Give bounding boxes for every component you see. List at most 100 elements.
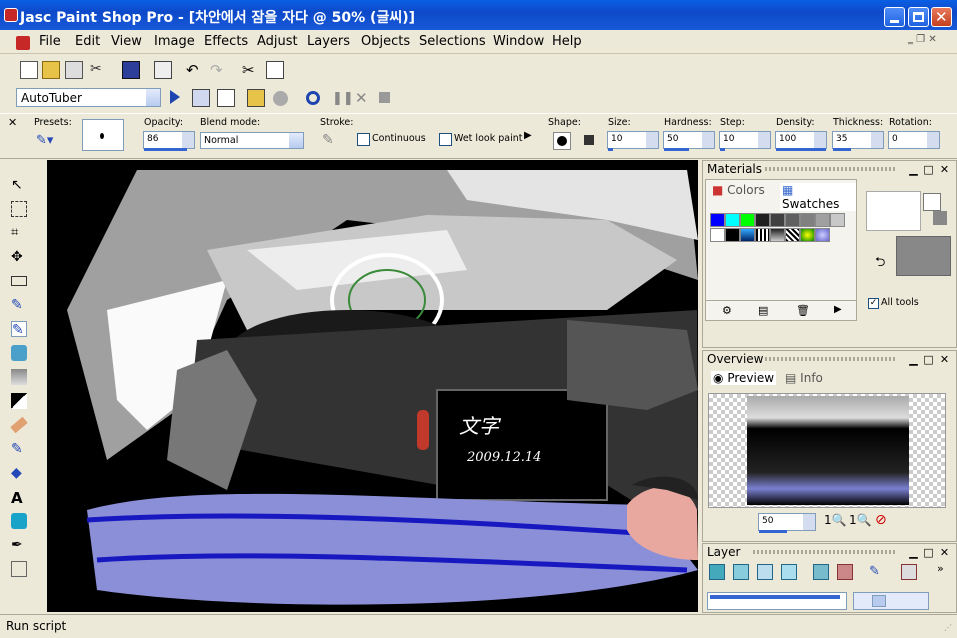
cancel-icon[interactable]: ✕ bbox=[355, 89, 368, 107]
swatch[interactable] bbox=[785, 213, 800, 227]
preset-shape-tool-icon[interactable] bbox=[11, 276, 27, 286]
new-mask-layer-icon[interactable] bbox=[757, 564, 773, 580]
palette-close-icon[interactable]: ✕ bbox=[8, 116, 17, 129]
duplicate-layer-icon[interactable] bbox=[813, 564, 829, 580]
object-selector-tool-icon[interactable] bbox=[11, 561, 27, 577]
overview-minimize[interactable]: ▁ bbox=[908, 353, 919, 366]
more-swatches-icon[interactable]: ▶ bbox=[834, 304, 842, 315]
step-spinner[interactable]: 10 bbox=[719, 131, 771, 151]
layer-properties-icon[interactable]: ✎ bbox=[869, 564, 887, 582]
swatch[interactable] bbox=[815, 213, 830, 227]
browse-icon[interactable] bbox=[65, 61, 83, 79]
close-button[interactable]: ✕ bbox=[931, 7, 952, 27]
swatch[interactable] bbox=[710, 228, 725, 242]
menu-help[interactable]: Help bbox=[552, 34, 582, 49]
presets-brush-icon[interactable]: ✎▾ bbox=[36, 133, 60, 149]
zoom-in-icon[interactable]: 1🔍 bbox=[849, 513, 872, 527]
swatch[interactable] bbox=[770, 228, 785, 242]
open-icon[interactable] bbox=[42, 61, 60, 79]
swatch[interactable] bbox=[740, 228, 755, 242]
new-swatch-icon[interactable]: ▤ bbox=[758, 304, 768, 317]
swatch-options-icon[interactable]: ⚙ bbox=[722, 304, 732, 317]
tab-preview[interactable]: ◉ Preview bbox=[711, 371, 777, 385]
pause-icon[interactable]: ❚❚ bbox=[332, 91, 354, 106]
cut-icon[interactable]: ✂ bbox=[242, 61, 260, 79]
menu-selections[interactable]: Selections bbox=[419, 34, 486, 49]
tab-colors[interactable]: ■ Colors bbox=[712, 183, 765, 197]
crop-tool-icon[interactable]: ⌗ bbox=[11, 225, 27, 241]
move-tool-icon[interactable]: ✥ bbox=[11, 249, 27, 265]
swatch[interactable] bbox=[755, 228, 770, 242]
print-icon[interactable] bbox=[154, 61, 172, 79]
new-icon[interactable] bbox=[20, 61, 38, 79]
text-tool-icon[interactable]: A bbox=[11, 489, 27, 507]
size-spinner[interactable]: 10 bbox=[607, 131, 659, 151]
new-vector-layer-icon[interactable] bbox=[733, 564, 749, 580]
opacity-spinner[interactable]: 86 bbox=[143, 131, 195, 151]
rotation-spinner[interactable]: 0 bbox=[888, 131, 940, 149]
delete-swatch-icon[interactable]: 🗑 bbox=[796, 304, 810, 317]
selection-tool-icon[interactable] bbox=[11, 201, 27, 217]
edit-script-icon[interactable] bbox=[192, 89, 210, 107]
menu-image[interactable]: Image bbox=[154, 34, 195, 49]
density-spinner[interactable]: 100 bbox=[775, 131, 827, 151]
scanner-icon[interactable]: ✂ bbox=[90, 61, 108, 79]
stroke-icon[interactable]: ✎ bbox=[322, 132, 340, 150]
swatch[interactable] bbox=[785, 228, 800, 242]
dodge-tool-icon[interactable] bbox=[11, 393, 27, 409]
hardness-spinner[interactable]: 50 bbox=[663, 131, 715, 151]
zoom-reset-icon[interactable]: ⊘ bbox=[875, 512, 887, 528]
resize-grip-icon[interactable]: ⋰ bbox=[944, 623, 952, 632]
undo-icon[interactable]: ↶ bbox=[186, 61, 204, 79]
foreground-color-swatch[interactable] bbox=[923, 193, 941, 211]
swatch[interactable] bbox=[710, 213, 725, 227]
record-icon[interactable] bbox=[273, 91, 288, 106]
delete-layer-icon[interactable] bbox=[837, 564, 853, 580]
swatch[interactable] bbox=[755, 213, 770, 227]
more-options-icon[interactable]: ▶ bbox=[524, 130, 532, 141]
overview-zoom-spinner[interactable]: 50 bbox=[758, 513, 816, 533]
layer-opacity-scrollbar[interactable] bbox=[853, 592, 929, 610]
maximize-button[interactable] bbox=[908, 7, 929, 27]
app-icon[interactable] bbox=[4, 8, 18, 22]
blend-mode-select[interactable]: Normal bbox=[200, 132, 304, 149]
menu-adjust[interactable]: Adjust bbox=[257, 34, 298, 49]
swatch[interactable] bbox=[725, 228, 740, 242]
flood-fill-tool-icon[interactable]: ◆ bbox=[11, 465, 27, 481]
eraser-tool-icon[interactable] bbox=[10, 416, 28, 434]
pan-tool-icon[interactable]: ↖ bbox=[11, 177, 27, 193]
menu-effects[interactable]: Effects bbox=[204, 34, 248, 49]
picture-tube-tool-icon[interactable]: ✎ bbox=[11, 441, 27, 457]
redo-icon[interactable]: ↷ bbox=[210, 61, 228, 79]
square-shape-button[interactable] bbox=[581, 132, 599, 150]
thickness-spinner[interactable]: 35 bbox=[832, 131, 884, 151]
overview-close-icon[interactable]: ✕ bbox=[939, 353, 950, 366]
run-selected-icon[interactable] bbox=[247, 89, 265, 107]
round-shape-button[interactable] bbox=[553, 132, 571, 150]
overview-maximize[interactable]: □ bbox=[923, 353, 934, 366]
materials-close-icon[interactable]: ✕ bbox=[939, 163, 950, 176]
swatch[interactable] bbox=[800, 213, 815, 227]
more-layer-tools-icon[interactable]: » bbox=[937, 562, 944, 575]
preset-shape-icon[interactable] bbox=[11, 513, 27, 529]
layer-merge-icon[interactable] bbox=[901, 564, 917, 580]
menu-objects[interactable]: Objects bbox=[361, 34, 410, 49]
continuous-checkbox[interactable] bbox=[357, 133, 370, 146]
swatch[interactable] bbox=[800, 228, 815, 242]
menu-view[interactable]: View bbox=[111, 34, 142, 49]
run-script-icon[interactable] bbox=[170, 90, 180, 104]
layer-list-scrollbar[interactable] bbox=[707, 592, 847, 610]
paint-brush-tool-icon[interactable]: ✎ bbox=[11, 321, 27, 338]
new-raster-layer-icon[interactable] bbox=[709, 564, 725, 580]
start-record-icon[interactable] bbox=[306, 91, 320, 105]
background-material[interactable] bbox=[896, 236, 951, 276]
image-canvas[interactable]: 文字 2009.12.14 bbox=[47, 160, 698, 612]
copy-icon[interactable] bbox=[266, 61, 284, 79]
tab-swatches[interactable]: ▦ Swatches bbox=[780, 183, 856, 211]
materials-maximize[interactable]: □ bbox=[923, 163, 934, 176]
swatch[interactable] bbox=[725, 213, 740, 227]
materials-minimize[interactable]: ▁ bbox=[908, 163, 919, 176]
menu-file[interactable]: File bbox=[39, 34, 61, 49]
clone-brush-tool-icon[interactable] bbox=[11, 345, 27, 361]
color-replacer-tool-icon[interactable] bbox=[11, 369, 27, 385]
